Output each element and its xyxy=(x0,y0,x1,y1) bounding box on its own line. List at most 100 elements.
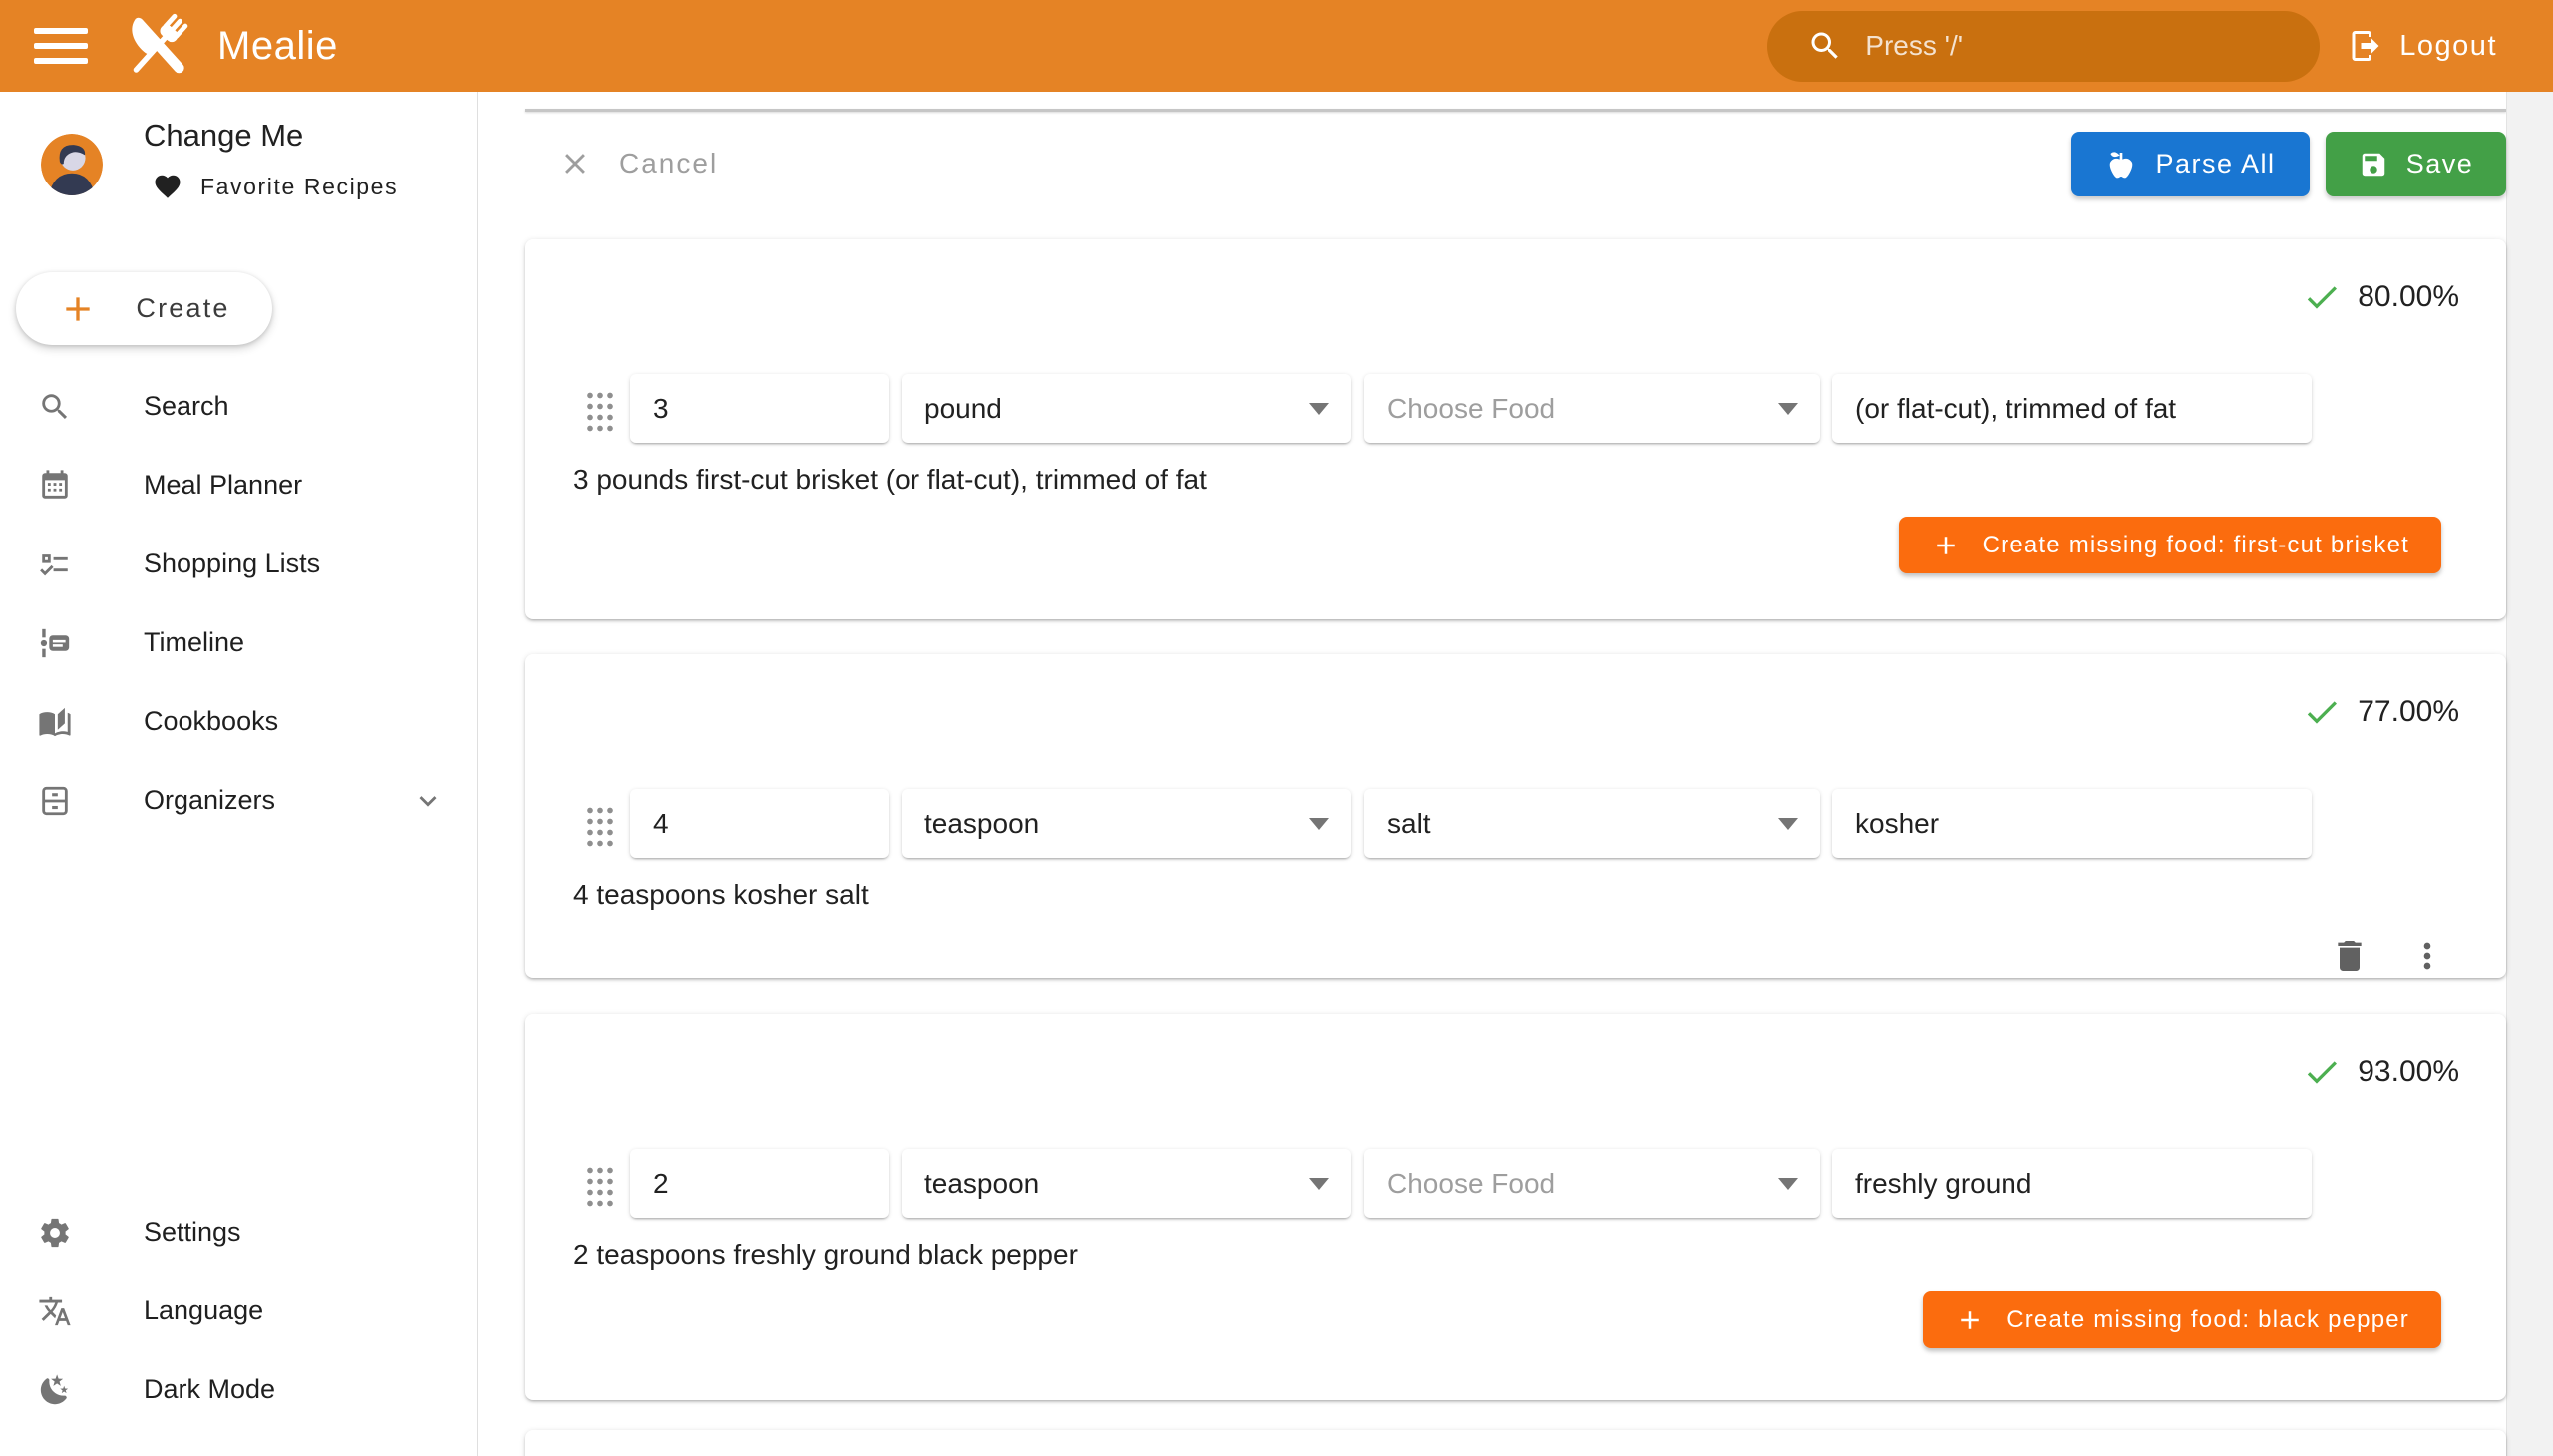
original-text: 3 pounds first-cut brisket (or flat-cut)… xyxy=(573,464,1207,496)
confidence-indicator: 93.00% xyxy=(2302,1052,2459,1092)
sidebar-item-organizers[interactable]: Organizers xyxy=(0,761,477,840)
scrollbar-track[interactable] xyxy=(2506,92,2553,1456)
sidebar-item-label: Dark Mode xyxy=(144,1374,275,1405)
create-missing-food-button[interactable]: Create missing food: black pepper xyxy=(1923,1291,2441,1348)
avatar[interactable] xyxy=(41,134,103,195)
drag-handle-icon[interactable] xyxy=(584,388,614,432)
unit-select[interactable]: pound xyxy=(902,374,1351,443)
drag-handle-icon[interactable] xyxy=(584,1163,614,1207)
app-bar: Mealie Press '/' Logout xyxy=(0,0,2553,92)
scrolled-card-edge xyxy=(525,109,2506,112)
create-label: Create xyxy=(136,293,229,324)
sidebar-item-label: Cookbooks xyxy=(144,706,278,737)
logout-label: Logout xyxy=(2399,30,2497,63)
confidence-value: 93.00% xyxy=(2358,1055,2459,1089)
user-name: Change Me xyxy=(144,118,303,154)
favorite-recipes-link[interactable]: Favorite Recipes xyxy=(153,172,398,201)
note-input[interactable]: kosher xyxy=(1832,789,2312,858)
sidebar-item-cookbooks[interactable]: Cookbooks xyxy=(0,682,477,761)
sidebar-item-label: Language xyxy=(144,1295,263,1326)
sidebar-item-dark-mode[interactable]: Dark Mode xyxy=(0,1350,477,1429)
trash-icon xyxy=(2330,936,2370,976)
parse-all-label: Parse All xyxy=(2155,149,2275,180)
drag-handle-icon[interactable] xyxy=(584,803,614,847)
cancel-button[interactable]: Cancel xyxy=(558,144,718,183)
sidebar-item-shopping-lists[interactable]: Shopping Lists xyxy=(0,525,477,603)
caret-down-icon xyxy=(1778,403,1798,415)
cabinet-icon xyxy=(38,784,72,818)
sidebar-footer: Settings Language Dark Mode xyxy=(0,1193,477,1429)
confidence-value: 77.00% xyxy=(2358,695,2459,729)
caret-down-icon xyxy=(1309,403,1329,415)
ingredient-menu-button[interactable] xyxy=(2405,934,2449,978)
plus-icon xyxy=(1931,531,1961,560)
plus-icon xyxy=(1955,1305,1985,1335)
food-select[interactable]: Choose Food xyxy=(1364,1149,1820,1218)
sidebar-item-label: Organizers xyxy=(144,785,275,816)
save-button[interactable]: Save xyxy=(2326,132,2506,196)
delete-ingredient-button[interactable] xyxy=(2328,934,2371,978)
caret-down-icon xyxy=(1309,818,1329,830)
checklist-icon xyxy=(38,547,72,581)
food-select[interactable]: salt xyxy=(1364,789,1820,858)
sidebar-item-label: Search xyxy=(144,391,229,422)
menu-icon[interactable] xyxy=(34,24,90,68)
floppy-icon xyxy=(2359,150,2388,180)
check-icon xyxy=(2302,1052,2342,1092)
moon-icon xyxy=(38,1373,72,1407)
quantity-input[interactable]: 2 xyxy=(630,1149,889,1218)
quantity-input[interactable]: 3 xyxy=(630,374,889,443)
sidebar-item-settings[interactable]: Settings xyxy=(0,1193,477,1272)
translate-icon xyxy=(38,1294,72,1328)
original-text: 2 teaspoons freshly ground black pepper xyxy=(573,1239,1078,1271)
food-select[interactable]: Choose Food xyxy=(1364,374,1820,443)
main-content: Cancel Parse All Save 80.00% 3 pound Cho… xyxy=(478,92,2553,1456)
cancel-label: Cancel xyxy=(619,148,718,180)
dots-vertical-icon xyxy=(2407,936,2447,976)
sidebar-item-label: Timeline xyxy=(144,627,244,658)
book-open-icon xyxy=(38,705,72,739)
favorite-recipes-label: Favorite Recipes xyxy=(200,174,398,200)
note-input[interactable]: (or flat-cut), trimmed of fat xyxy=(1832,374,2312,443)
ingredient-card: 80.00% 3 pound Choose Food (or flat-cut)… xyxy=(525,239,2506,619)
search-placeholder: Press '/' xyxy=(1865,30,1963,62)
save-label: Save xyxy=(2406,149,2474,180)
logout-button[interactable]: Logout xyxy=(2348,28,2497,64)
sidebar-item-label: Shopping Lists xyxy=(144,548,320,579)
sidebar-item-label: Meal Planner xyxy=(144,470,302,501)
app-title: Mealie xyxy=(217,24,338,69)
note-input[interactable]: freshly ground xyxy=(1832,1149,2312,1218)
sidebar-item-language[interactable]: Language xyxy=(0,1272,477,1350)
parse-all-button[interactable]: Parse All xyxy=(2071,132,2310,196)
confidence-indicator: 80.00% xyxy=(2302,277,2459,317)
confidence-indicator: 77.00% xyxy=(2302,692,2459,732)
caret-down-icon xyxy=(1778,1178,1798,1190)
sidebar-nav: Search Meal Planner Shopping Lists Timel… xyxy=(0,367,477,840)
sidebar-item-label: Settings xyxy=(144,1217,241,1248)
quantity-input[interactable]: 4 xyxy=(630,789,889,858)
fork-knife-logo xyxy=(118,6,197,86)
gear-icon xyxy=(38,1216,72,1250)
calendar-icon xyxy=(38,469,72,503)
sidebar-item-search[interactable]: Search xyxy=(0,367,477,446)
create-button[interactable]: Create xyxy=(16,272,272,345)
timeline-icon xyxy=(38,626,72,660)
ingredient-card-partial xyxy=(525,1430,2506,1456)
sidebar-item-timeline[interactable]: Timeline xyxy=(0,603,477,682)
caret-down-icon xyxy=(1778,818,1798,830)
plus-icon xyxy=(58,289,98,329)
caret-down-icon xyxy=(1309,1178,1329,1190)
sidebar: Change Me Favorite Recipes Create Search… xyxy=(0,92,478,1456)
search-input[interactable]: Press '/' xyxy=(1767,11,2320,82)
unit-select[interactable]: teaspoon xyxy=(902,789,1351,858)
logout-icon xyxy=(2348,28,2383,64)
ingredient-card: 93.00% 2 teaspoon Choose Food freshly gr… xyxy=(525,1014,2506,1400)
sidebar-item-meal-planner[interactable]: Meal Planner xyxy=(0,446,477,525)
confidence-value: 80.00% xyxy=(2358,280,2459,314)
apple-icon xyxy=(2105,149,2137,181)
close-icon xyxy=(558,147,592,181)
unit-select[interactable]: teaspoon xyxy=(902,1149,1351,1218)
check-icon xyxy=(2302,692,2342,732)
create-missing-food-button[interactable]: Create missing food: first-cut brisket xyxy=(1899,517,2441,573)
magnify-icon xyxy=(38,390,72,424)
